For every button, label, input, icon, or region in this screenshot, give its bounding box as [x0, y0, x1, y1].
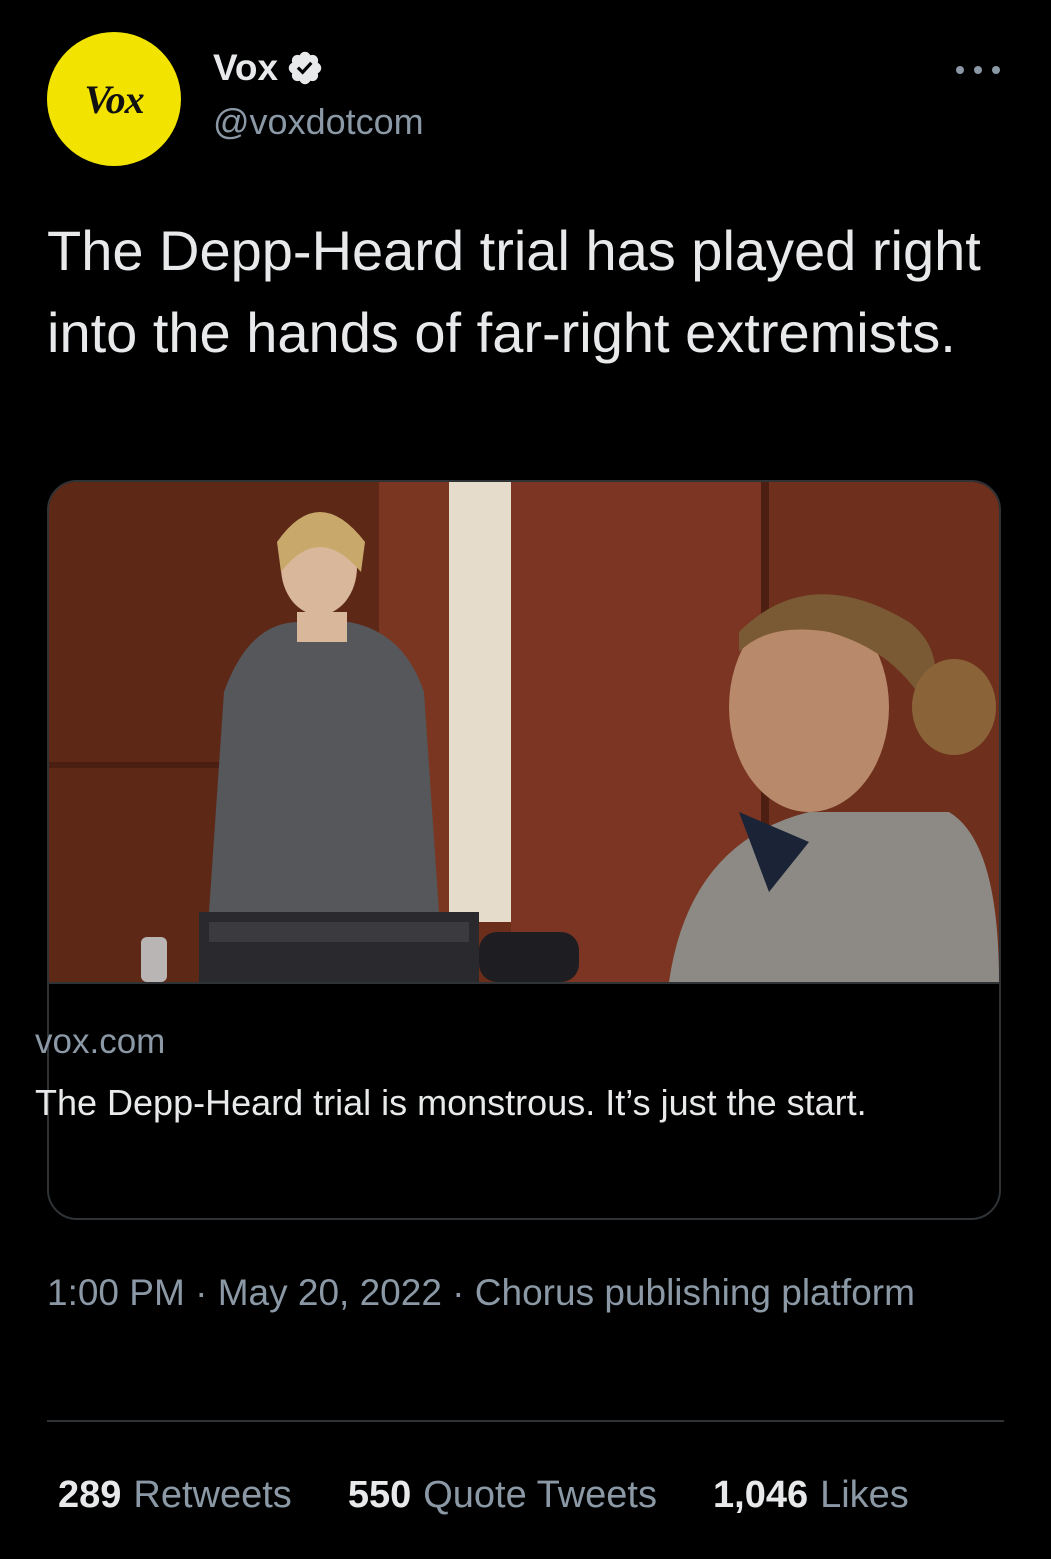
tweet-metadata: 1:00 PM · May 20, 2022 · Chorus publishi…	[47, 1265, 947, 1321]
card-image[interactable]	[49, 482, 999, 982]
card-title[interactable]: The Depp-Heard trial is monstrous. It’s …	[35, 1075, 915, 1131]
card-domain[interactable]: vox.com	[35, 1022, 165, 1062]
retweets-count: 289	[58, 1474, 122, 1516]
meta-separator: ·	[184, 1272, 218, 1313]
likes-count: 1,046	[713, 1474, 809, 1516]
more-dot	[956, 66, 964, 74]
courtroom-photo	[49, 482, 999, 982]
more-options-icon[interactable]	[956, 60, 1000, 80]
meta-separator: ·	[441, 1272, 475, 1313]
tweet-source[interactable]: Chorus publishing platform	[475, 1272, 915, 1313]
retweets-stat[interactable]: 289 Retweets	[58, 1470, 292, 1520]
avatar[interactable]: Vox	[47, 32, 181, 166]
divider	[47, 1420, 1004, 1422]
likes-label: Likes	[820, 1474, 909, 1516]
likes-stat[interactable]: 1,046 Likes	[713, 1470, 909, 1520]
quote-tweets-count: 550	[347, 1474, 412, 1516]
engagement-stats: 289 Retweets 550 Quote Tweets 1,046 Like…	[58, 1470, 909, 1520]
tweet: Vox Vox @voxdotcom The Depp-Heard trial …	[0, 0, 1051, 1559]
more-dot	[974, 66, 982, 74]
more-dot	[992, 66, 1000, 74]
tweet-date[interactable]: May 20, 2022	[218, 1272, 442, 1313]
verified-badge-icon	[286, 49, 324, 87]
tweet-text: The Depp-Heard trial has played right in…	[47, 219, 981, 364]
author-name-row: Vox	[213, 44, 324, 92]
card-divider	[49, 982, 999, 984]
author-handle[interactable]: @voxdotcom	[213, 101, 424, 143]
tweet-time[interactable]: 1:00 PM	[47, 1272, 185, 1313]
quote-tweets-label: Quote Tweets	[423, 1474, 657, 1516]
quote-tweets-stat[interactable]: 550 Quote Tweets	[348, 1470, 657, 1520]
author-display-name[interactable]: Vox	[213, 47, 278, 89]
retweets-label: Retweets	[133, 1474, 292, 1516]
avatar-logo-text: Vox	[84, 76, 144, 122]
